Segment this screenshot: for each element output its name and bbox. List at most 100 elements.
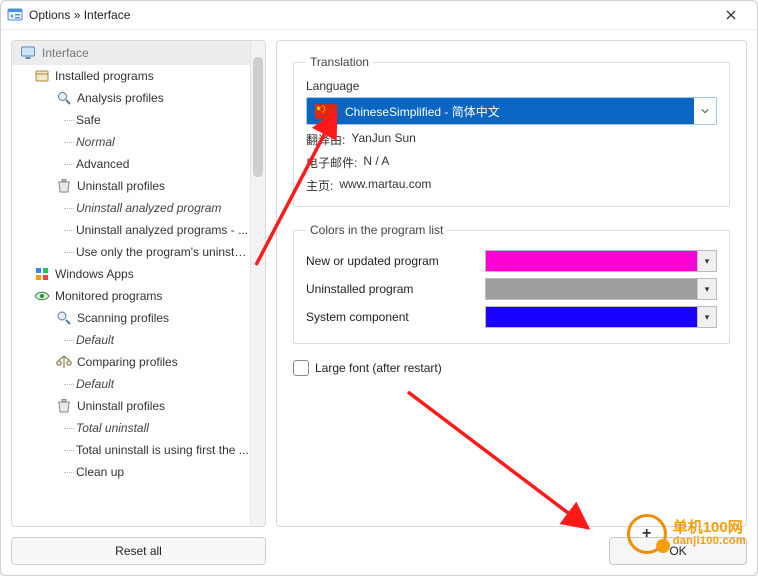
- tree-scrollbar[interactable]: [250, 41, 265, 526]
- tree-comparing-profiles[interactable]: Comparing profiles: [12, 351, 250, 373]
- tree-item-label: Analysis profiles: [77, 91, 164, 105]
- tree-installed-programs[interactable]: Installed programs: [12, 65, 250, 87]
- tree-item-label: Use only the program's uninsta...: [76, 245, 250, 259]
- tree-item-label: Windows Apps: [55, 267, 134, 281]
- trash-icon: [56, 398, 72, 414]
- tree-item-label: Installed programs: [55, 69, 154, 83]
- color-row-system: System component ▾: [306, 303, 717, 331]
- color-picker-uninstalled[interactable]: ▾: [485, 278, 717, 300]
- language-label: Language: [306, 79, 717, 93]
- tree-uninstall-profiles-2[interactable]: Uninstall profiles: [12, 395, 250, 417]
- titlebar: Options » Interface: [1, 1, 757, 30]
- large-font-checkbox[interactable]: Large font (after restart): [293, 360, 730, 376]
- tree-normal[interactable]: Normal: [12, 131, 250, 153]
- color-dropdown-button[interactable]: ▾: [697, 279, 716, 299]
- watermark-url: danji100.com: [673, 536, 746, 548]
- tree-item-label: Total uninstall: [76, 421, 149, 435]
- color-dropdown-button[interactable]: ▾: [697, 307, 716, 327]
- chevron-down-icon: [701, 107, 709, 115]
- checkbox-box: [293, 360, 309, 376]
- tree-safe[interactable]: Safe: [12, 109, 250, 131]
- tree-item-label: Scanning profiles: [77, 311, 169, 325]
- tree-item-label: Uninstall analyzed programs - ...: [76, 223, 248, 237]
- tree-item-label: Default: [76, 377, 114, 391]
- language-dropdown-button[interactable]: [694, 98, 716, 124]
- scroll-thumb[interactable]: [253, 57, 263, 177]
- tree-item-label: Uninstall profiles: [77, 179, 165, 193]
- tree-uninstall-profiles[interactable]: Uninstall profiles: [12, 175, 250, 197]
- language-selected: ChineseSimplified - 简体中文: [307, 98, 694, 124]
- checkbox-label: Large font (after restart): [315, 361, 442, 375]
- tree-item-label: Default: [76, 333, 114, 347]
- window-title: Options » Interface: [29, 8, 705, 22]
- tree-monitored-programs[interactable]: Monitored programs: [12, 285, 250, 307]
- options-window: Options » Interface Interface: [0, 0, 758, 576]
- tree-clean-up[interactable]: Clean up: [12, 461, 250, 483]
- eye-icon: [34, 288, 50, 304]
- apps-icon: [34, 266, 50, 282]
- tree-header-label: Interface: [42, 46, 89, 60]
- tree-uninstall-analyzed-programs[interactable]: Uninstall analyzed programs - ...: [12, 219, 250, 241]
- tree-item-label: Uninstall analyzed program: [76, 201, 221, 215]
- meta-email: 电子邮件: N / A: [306, 154, 717, 171]
- color-row-uninstalled: Uninstalled program ▾: [306, 275, 717, 303]
- color-label: New or updated program: [306, 254, 477, 268]
- tree-item-label: Uninstall profiles: [77, 399, 165, 413]
- button-label: Reset all: [115, 544, 162, 558]
- meta-value: N / A: [363, 154, 389, 171]
- box-icon: [34, 68, 50, 84]
- language-value: ChineseSimplified - 简体中文: [345, 103, 500, 120]
- app-icon: [7, 7, 23, 23]
- tree-uninstall-analyzed-program[interactable]: Uninstall analyzed program: [12, 197, 250, 219]
- swatch-fill: [486, 279, 697, 299]
- right-content: Translation Language ChineseSimplified -…: [276, 40, 747, 527]
- tree-use-only-programs-uninstaller[interactable]: Use only the program's uninsta...: [12, 241, 250, 263]
- color-label: Uninstalled program: [306, 282, 477, 296]
- translation-legend: Translation: [306, 55, 373, 69]
- trash-icon: [56, 178, 72, 194]
- color-picker-new[interactable]: ▾: [485, 250, 717, 272]
- color-row-new: New or updated program ▾: [306, 247, 717, 275]
- watermark: + 单机100网 danji100.com: [627, 514, 746, 554]
- tree-container: Interface Installed programs: [11, 40, 266, 527]
- tree-scanning-default[interactable]: Default: [12, 329, 250, 351]
- tree-windows-apps[interactable]: Windows Apps: [12, 263, 250, 285]
- colors-legend: Colors in the program list: [306, 223, 447, 237]
- scan-icon: [56, 310, 72, 326]
- options-tree[interactable]: Interface Installed programs: [12, 41, 250, 526]
- language-combobox[interactable]: ChineseSimplified - 简体中文: [306, 97, 717, 125]
- translation-group: Translation Language ChineseSimplified -…: [293, 55, 730, 207]
- tree-total-uninstall[interactable]: Total uninstall: [12, 417, 250, 439]
- meta-key: 主页:: [306, 177, 333, 194]
- flag-china-icon: [315, 104, 337, 119]
- watermark-text: 单机100网 danji100.com: [673, 520, 746, 547]
- right-panel: Translation Language ChineseSimplified -…: [276, 40, 747, 565]
- meta-homepage: 主页: www.martau.com: [306, 177, 717, 194]
- tree-total-uninstall-first[interactable]: Total uninstall is using first the ...: [12, 439, 250, 461]
- tree-item-label: Total uninstall is using first the ...: [76, 443, 249, 457]
- swatch-fill: [486, 307, 697, 327]
- left-panel: Interface Installed programs: [11, 40, 266, 565]
- color-dropdown-button[interactable]: ▾: [697, 251, 716, 271]
- colors-group: Colors in the program list New or update…: [293, 223, 730, 344]
- tree-item-label: Monitored programs: [55, 289, 162, 303]
- meta-key: 翻译由:: [306, 131, 345, 148]
- tree-scanning-profiles[interactable]: Scanning profiles: [12, 307, 250, 329]
- color-label: System component: [306, 310, 477, 324]
- tree-comparing-default[interactable]: Default: [12, 373, 250, 395]
- tree-analysis-profiles[interactable]: Analysis profiles: [12, 87, 250, 109]
- reset-all-button[interactable]: Reset all: [11, 537, 266, 565]
- tree-header-interface[interactable]: Interface: [12, 41, 250, 65]
- meta-value: www.martau.com: [339, 177, 431, 194]
- tree-item-label: Safe: [76, 113, 101, 127]
- watermark-title: 单机100网: [673, 520, 746, 536]
- color-picker-system[interactable]: ▾: [485, 306, 717, 328]
- monitor-icon: [20, 45, 36, 61]
- balance-icon: [56, 354, 72, 370]
- close-button[interactable]: [711, 2, 751, 28]
- body: Interface Installed programs: [1, 30, 757, 575]
- tree-advanced[interactable]: Advanced: [12, 153, 250, 175]
- left-footer: Reset all: [11, 537, 266, 565]
- magnifier-icon: [56, 90, 72, 106]
- close-icon: [726, 10, 736, 20]
